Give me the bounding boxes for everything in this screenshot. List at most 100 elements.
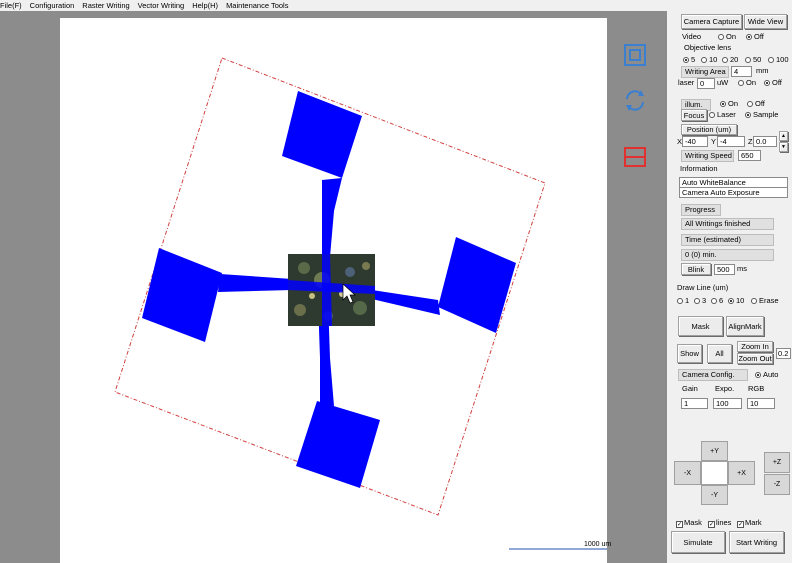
draw-line-erase-radio[interactable]: Erase xyxy=(751,296,779,306)
zoom-in-button[interactable]: Zoom In xyxy=(737,341,773,352)
focus-sample-radio[interactable]: Sample xyxy=(745,110,778,120)
mark-checkbox[interactable]: ✓ Mark xyxy=(737,518,762,528)
control-panel: Camera Capture Wide View Video On Off Ob… xyxy=(667,11,792,563)
radio-icon xyxy=(683,57,689,63)
jog-minus-y-button[interactable]: -Y xyxy=(701,485,728,505)
writing-speed-input[interactable]: 650 xyxy=(738,150,761,161)
radio-icon xyxy=(746,34,752,40)
objective-100-radio[interactable]: 100 xyxy=(768,55,789,65)
zoom-out-button[interactable]: Zoom Out xyxy=(737,353,773,364)
laser-unit: uW xyxy=(717,78,729,87)
focus-button[interactable]: Focus xyxy=(681,109,707,121)
radio-icon xyxy=(751,298,757,304)
laser-label: laser xyxy=(678,78,695,87)
radio-icon xyxy=(718,34,724,40)
laser-off-radio[interactable]: Off xyxy=(764,78,782,88)
draw-line-6-radio[interactable]: 6 xyxy=(711,296,723,306)
checkmark-icon: ✓ xyxy=(676,521,683,528)
expo-input[interactable]: 100 xyxy=(713,398,742,409)
workspace: 1000 um xyxy=(0,11,667,563)
fit-view-icon[interactable] xyxy=(622,42,648,68)
z-label: Z xyxy=(748,137,753,146)
video-label: Video xyxy=(682,32,702,41)
info-line-2: Camera Auto Exposure xyxy=(679,187,788,198)
focus-laser-radio[interactable]: Laser xyxy=(709,110,736,120)
objective-5-radio[interactable]: 5 xyxy=(683,55,695,65)
objective-20-radio[interactable]: 20 xyxy=(722,55,738,65)
radio-icon xyxy=(677,298,683,304)
show-button[interactable]: Show xyxy=(677,344,702,363)
alignmark-button[interactable]: AlignMark xyxy=(726,316,764,336)
zoom-value-input[interactable]: 0.2 xyxy=(776,348,791,359)
illum-on-radio[interactable]: On xyxy=(720,99,738,109)
camera-auto-radio[interactable]: Auto xyxy=(755,370,778,380)
menu-file[interactable]: File(F) xyxy=(0,0,22,11)
blink-input[interactable]: 500 xyxy=(714,264,735,275)
x-position-input[interactable]: -40 xyxy=(682,136,708,147)
split-view-icon[interactable] xyxy=(622,144,648,170)
z-down-button[interactable]: ▼ xyxy=(779,142,788,152)
laser-power-input[interactable]: 0 xyxy=(697,78,715,89)
camera-config-label: Camera Config. xyxy=(678,369,748,381)
video-off-radio[interactable]: Off xyxy=(746,32,764,42)
radio-icon xyxy=(738,80,744,86)
radio-icon xyxy=(711,298,717,304)
radio-icon xyxy=(745,57,751,63)
writing-canvas[interactable]: 1000 um xyxy=(60,18,611,563)
gain-label: Gain xyxy=(682,384,698,393)
start-writing-button[interactable]: Start Writing xyxy=(729,531,784,553)
z-up-button[interactable]: ▲ xyxy=(779,131,788,141)
time-label: Time (estimated) xyxy=(681,234,774,246)
progress-status: All Writings finished xyxy=(681,218,774,230)
draw-line-10-radio[interactable]: 10 xyxy=(728,296,744,306)
scale-bar-label: 1000 um xyxy=(584,541,612,548)
position-button[interactable]: Position (um) xyxy=(681,124,737,135)
rgb-input[interactable]: 10 xyxy=(747,398,775,409)
radio-icon xyxy=(701,57,707,63)
menu-help[interactable]: Help(H) xyxy=(192,0,218,11)
mask-button[interactable]: Mask xyxy=(678,316,723,336)
menu-raster-writing[interactable]: Raster Writing xyxy=(82,0,129,11)
mask-checkbox[interactable]: ✓ Mask xyxy=(676,518,702,528)
jog-plus-x-button[interactable]: +X xyxy=(728,461,755,485)
lines-checkbox[interactable]: ✓ lines xyxy=(708,518,731,528)
jog-minus-z-button[interactable]: -Z xyxy=(764,474,790,495)
simulate-button[interactable]: Simulate xyxy=(671,531,725,553)
radio-icon xyxy=(728,298,734,304)
menu-configuration[interactable]: Configuration xyxy=(30,0,75,11)
writing-speed-label: Writing Speed xyxy=(681,150,734,162)
gain-input[interactable]: 1 xyxy=(681,398,708,409)
progress-label: Progress xyxy=(681,204,721,216)
jog-plus-y-button[interactable]: +Y xyxy=(701,441,728,461)
draw-line-1-radio[interactable]: 1 xyxy=(677,296,689,306)
all-button[interactable]: All xyxy=(707,344,732,363)
blink-unit: ms xyxy=(737,264,747,273)
pattern-pad-top xyxy=(282,91,362,178)
objective-lens-label: Objective lens xyxy=(684,43,732,52)
illum-off-radio[interactable]: Off xyxy=(747,99,765,109)
z-position-input[interactable]: 0.0 xyxy=(753,136,777,147)
jog-minus-x-button[interactable]: -X xyxy=(674,461,701,485)
camera-capture-button[interactable]: Camera Capture xyxy=(681,14,742,29)
rotate-icon[interactable] xyxy=(622,87,648,113)
pattern-pad-bottom xyxy=(296,401,380,488)
wide-view-button[interactable]: Wide View xyxy=(744,14,787,29)
expo-label: Expo. xyxy=(715,384,735,393)
video-on-radio[interactable]: On xyxy=(718,32,736,42)
rgb-label: RGB xyxy=(748,384,765,393)
draw-line-3-radio[interactable]: 3 xyxy=(694,296,706,306)
objective-10-radio[interactable]: 10 xyxy=(701,55,717,65)
blink-button[interactable]: Blink xyxy=(681,263,711,275)
menu-bar: File(F) Configuration Raster Writing Vec… xyxy=(0,0,792,11)
laser-on-radio[interactable]: On xyxy=(738,78,756,88)
menu-vector-writing[interactable]: Vector Writing xyxy=(138,0,185,11)
objective-50-radio[interactable]: 50 xyxy=(745,55,761,65)
writing-area-input[interactable]: 4 xyxy=(731,66,752,77)
menu-maintenance-tools[interactable]: Maintenance Tools xyxy=(226,0,288,11)
y-position-input[interactable]: -4 xyxy=(717,136,745,147)
writing-area-label: Writing Area xyxy=(681,66,729,78)
radio-icon xyxy=(747,101,753,107)
radio-icon xyxy=(694,298,700,304)
jog-plus-z-button[interactable]: +Z xyxy=(764,452,790,473)
checkmark-icon: ✓ xyxy=(737,521,744,528)
